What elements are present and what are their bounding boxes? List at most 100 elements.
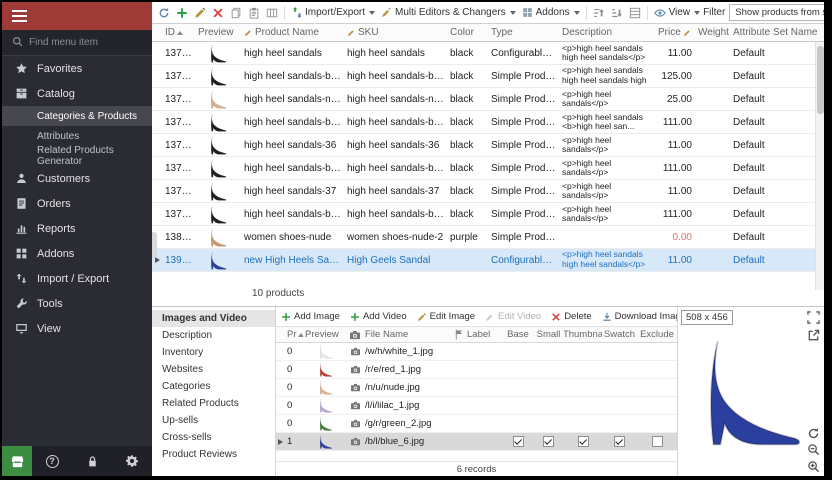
product-row[interactable]: 13739 high heel sandals-37 high heel san…: [152, 180, 824, 203]
view-menu[interactable]: View: [651, 5, 704, 21]
edit-product-button[interactable]: [191, 5, 209, 21]
column-header-base[interactable]: Base: [503, 329, 533, 340]
menu-search-input[interactable]: [29, 37, 129, 48]
column-header-swatch[interactable]: Swatch: [602, 329, 637, 340]
image-row[interactable]: 1 /b/l/blue_6.jpg: [276, 433, 677, 451]
image-row[interactable]: 0 /w/h/white_1.jpg: [276, 343, 677, 361]
sidebar-item-tools[interactable]: Tools: [2, 291, 152, 316]
columns-button[interactable]: [263, 5, 281, 21]
vertical-scrollbar[interactable]: [815, 42, 824, 290]
edit-video-button[interactable]: Edit Video: [480, 307, 546, 326]
refresh-button[interactable]: [155, 5, 173, 21]
image-row[interactable]: 0 /l/i/lilac_1.jpg: [276, 397, 677, 415]
swatch-checkbox[interactable]: [614, 436, 625, 447]
small-checkbox[interactable]: [543, 436, 554, 447]
sidebar-item-orders[interactable]: Orders: [2, 191, 152, 216]
product-row[interactable]: 13731 high heel sandals high heel sandal…: [152, 42, 824, 65]
addons-menu[interactable]: Addons: [519, 5, 583, 20]
category-filter-select[interactable]: Show products from selected categories: [729, 4, 824, 21]
column-header-id[interactable]: ID: [162, 27, 195, 38]
open-external-icon[interactable]: [807, 329, 820, 342]
column-header-small[interactable]: Small: [533, 329, 564, 340]
sidebar-subitem-attributes[interactable]: Attributes: [2, 126, 152, 146]
sidebar-item-import-export[interactable]: Import / Export: [2, 266, 152, 291]
delete-product-button[interactable]: [209, 5, 227, 21]
download-image-button[interactable]: Download Image: [597, 307, 677, 326]
paste-button[interactable]: [245, 5, 263, 21]
rotate-icon[interactable]: [807, 427, 820, 440]
scrollbar-thumb[interactable]: [817, 46, 824, 114]
exclude-checkbox[interactable]: [652, 436, 663, 447]
sidebar-subitem-categories-products[interactable]: Categories & Products: [2, 106, 152, 126]
column-header-position[interactable]: Pr: [285, 329, 303, 340]
image-row[interactable]: 0 /g/r/green_2.jpg: [276, 415, 677, 433]
column-header-description[interactable]: Description: [559, 27, 655, 38]
add-image-button[interactable]: Add Image: [276, 307, 345, 326]
edit-image-button[interactable]: Edit Image: [412, 307, 480, 326]
column-header-image-preview[interactable]: Preview: [303, 329, 347, 340]
product-row[interactable]: 13732 high heel sandals-black high heel …: [152, 65, 824, 88]
multi-editors-menu[interactable]: Multi Editors & Changers: [378, 5, 519, 20]
product-row[interactable]: 13817 women shoes-nude women shoes-nude-…: [152, 226, 824, 249]
tab-websites[interactable]: Websites: [152, 361, 275, 378]
hamburger-menu-icon[interactable]: [12, 7, 27, 25]
sidebar-item-addons[interactable]: Addons: [2, 241, 152, 266]
column-header-type[interactable]: Type: [488, 27, 559, 38]
product-price: 11.00: [655, 255, 695, 266]
expand-rows-button[interactable]: [626, 5, 644, 21]
sidebar-item-favorites[interactable]: Favorites: [2, 56, 152, 81]
copy-button[interactable]: [227, 5, 245, 21]
sidebar-item-reports[interactable]: Reports: [2, 216, 152, 241]
menu-search[interactable]: [2, 30, 152, 56]
column-header-preview[interactable]: Preview: [195, 27, 241, 38]
tab-related-products[interactable]: Related Products: [152, 395, 275, 412]
product-sku: High Geels Sandal: [344, 255, 447, 266]
expander-arrow-icon[interactable]: [155, 257, 160, 263]
zoom-out-icon[interactable]: [807, 443, 820, 456]
column-header-label[interactable]: Label: [465, 329, 503, 340]
sidebar-item-view[interactable]: View: [2, 316, 152, 341]
import-export-menu[interactable]: Import/Export: [288, 5, 378, 20]
settings-gear-icon[interactable]: [117, 446, 147, 476]
sort-ascending-button[interactable]: [590, 5, 608, 21]
sidebar-item-catalog[interactable]: Catalog: [2, 81, 152, 106]
base-checkbox[interactable]: [513, 436, 524, 447]
product-row[interactable]: 13740 high heel sandals-black-38 high he…: [152, 203, 824, 226]
image-row[interactable]: 0 /r/e/red_1.jpg: [276, 361, 677, 379]
column-header-exclude[interactable]: Exclude: [637, 329, 677, 340]
tab-description[interactable]: Description: [152, 327, 275, 344]
lock-icon[interactable]: [77, 446, 107, 476]
add-video-button[interactable]: Add Video: [345, 307, 412, 326]
image-row[interactable]: 0 /n/u/nude.jpg: [276, 379, 677, 397]
zoom-in-icon[interactable]: [807, 460, 820, 473]
tab-inventory[interactable]: Inventory: [152, 344, 275, 361]
column-header-file-name[interactable]: File Name: [363, 329, 451, 340]
help-button[interactable]: ?: [37, 446, 67, 476]
product-row[interactable]: 13931 new High Heels Sandals High Geels …: [152, 249, 824, 272]
store-button[interactable]: [2, 446, 32, 476]
column-header-price[interactable]: Price: [655, 27, 695, 38]
thumbnail-checkbox[interactable]: [578, 436, 589, 447]
sort-descending-button[interactable]: [608, 5, 626, 21]
column-header-product-name[interactable]: Product Name: [241, 27, 344, 38]
product-row[interactable]: 13736 high heel sandals-black-36 high he…: [152, 111, 824, 134]
sidebar-item-customers[interactable]: Customers: [2, 166, 152, 191]
tab-cross-sells[interactable]: Cross-sells: [152, 429, 275, 446]
column-header-attribute-set[interactable]: Attribute Set Name: [730, 27, 824, 38]
panel-splitter[interactable]: [152, 232, 157, 258]
product-row[interactable]: 13733 high heel sandals-nude high heel s…: [152, 88, 824, 111]
sidebar-subitem-related-products-generator[interactable]: Related Products Generator: [2, 146, 152, 166]
tab-images-and-video[interactable]: Images and Video: [152, 310, 275, 327]
tab-product-reviews[interactable]: Product Reviews: [152, 446, 275, 463]
fit-screen-icon[interactable]: [807, 311, 820, 324]
add-product-button[interactable]: [173, 5, 191, 21]
delete-image-button[interactable]: Delete: [546, 307, 596, 326]
tab-categories[interactable]: Categories: [152, 378, 275, 395]
column-header-sku[interactable]: SKU: [344, 27, 447, 38]
column-header-weight[interactable]: Weight: [695, 27, 730, 38]
column-header-thumbnail[interactable]: Thumbna: [564, 329, 602, 340]
product-row[interactable]: 13737 high heel sandals-36 high heel san…: [152, 134, 824, 157]
column-header-color[interactable]: Color: [447, 27, 488, 38]
tab-up-sells[interactable]: Up-sells: [152, 412, 275, 429]
product-row[interactable]: 13738 high heel sandals-black-37 high he…: [152, 157, 824, 180]
